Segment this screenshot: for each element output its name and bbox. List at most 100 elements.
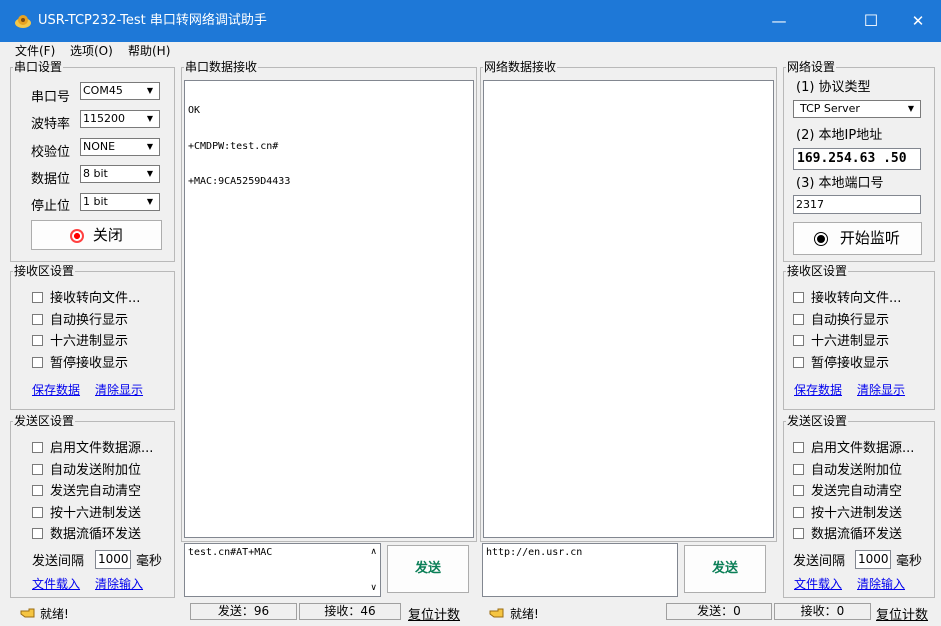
parity-select[interactable]: NONE ▼ [80,138,160,156]
serial-send-button[interactable]: 发送 [387,545,469,593]
dropdown-arrow-icon: ▼ [146,197,154,206]
serial-recv-option-1[interactable]: 接收转向文件... [32,291,140,307]
ip-input[interactable]: 169.254.63 .50 [793,148,921,170]
net-recv-option-2[interactable]: 自动换行显示 [793,313,889,329]
checkbox-icon [793,442,804,453]
net-interval-unit: 毫秒 [896,554,923,569]
serial-send-text: test.cn#AT+MAC [188,547,273,558]
serial-clear-display-link[interactable]: 清除显示 [95,383,143,397]
checkbox-icon [32,442,43,453]
dropdown-arrow-icon: ▼ [907,104,915,113]
net-reset-count-button[interactable]: 复位计数 [876,604,928,623]
databits-value: 8 bit [83,167,108,180]
serial-send-option-2[interactable]: 自动发送附加位 [32,463,141,479]
title-bar: USR-TCP232-Test 串口转网络调试助手 — ☐ ✕ [0,0,941,42]
local-port-input[interactable]: 2317 [793,195,921,214]
serial-send-option-3[interactable]: 发送完自动清空 [32,484,141,500]
checkbox-icon [793,357,804,368]
net-recv-option-1[interactable]: 接收转向文件... [793,291,901,307]
net-interval-label: 发送间隔 [793,554,846,569]
serial-receive-line: OK [188,105,201,116]
scroll-down-icon[interactable]: ∨ [370,583,377,593]
maximize-button[interactable]: ☐ [848,0,894,42]
network-send-text: http://en.usr.cn [486,547,583,558]
serial-recv-option-3[interactable]: 十六进制显示 [32,334,128,350]
serial-clear-input-link[interactable]: 清除输入 [95,577,143,591]
net-save-data-link[interactable]: 保存数据 [794,383,842,397]
serial-receive-line: +MAC:9CA5259D4433 [188,176,291,187]
net-received-count: 接收：0 [774,603,871,620]
serial-recv-option-2[interactable]: 自动换行显示 [32,313,128,329]
serial-reset-count-button[interactable]: 复位计数 [408,604,460,623]
serial-recv-option-4[interactable]: 暂停接收显示 [32,356,128,372]
close-icon: ✕ [911,12,925,30]
checkbox-icon [793,507,804,518]
serial-receive-area[interactable]: OK +CMDPW:test.cn# +MAC:9CA5259D4433 [184,80,474,538]
port-value: COM45 [83,84,123,97]
serial-load-file-link[interactable]: 文件载入 [32,577,80,591]
menu-help[interactable]: 帮助(H) [128,43,170,59]
parity-value: NONE [83,140,116,153]
net-send-option-3[interactable]: 发送完自动清空 [793,484,902,500]
databits-label: 数据位 [31,172,71,187]
protocol-select[interactable]: TCP Server ▼ [793,100,921,118]
minimize-button[interactable]: — [756,0,802,42]
checkbox-icon [32,507,43,518]
serial-close-button[interactable]: 关闭 [31,220,162,250]
dropdown-arrow-icon: ▼ [146,114,154,123]
checkbox-icon [32,485,43,496]
network-send-button[interactable]: 发送 [684,545,766,593]
minimize-icon: — [771,12,787,30]
net-send-option-5[interactable]: 数据流循环发送 [793,527,902,543]
baud-select[interactable]: 115200 ▼ [80,110,160,128]
baud-value: 115200 [83,112,125,125]
net-interval-input[interactable]: 1000 [855,550,891,569]
serial-send-option-4[interactable]: 按十六进制发送 [32,506,141,522]
menu-file[interactable]: 文件(F) [15,43,55,59]
net-clear-input-link[interactable]: 清除输入 [857,577,905,591]
start-listen-label: 开始监听 [839,229,900,247]
databits-select[interactable]: 8 bit ▼ [80,165,160,183]
serial-send-option-5[interactable]: 数据流循环发送 [32,527,141,543]
scroll-up-icon[interactable]: ∧ [370,547,377,557]
checkbox-icon [793,314,804,325]
net-send-option-1[interactable]: 启用文件数据源... [793,441,914,457]
dropdown-arrow-icon: ▼ [146,169,154,178]
serial-status-text: 就绪! [40,607,69,621]
close-button[interactable]: ✕ [895,0,941,42]
net-status-text: 就绪! [510,607,539,621]
dropdown-arrow-icon: ▼ [146,142,154,151]
serial-interval-input[interactable]: 1000 [95,550,131,569]
net-load-file-link[interactable]: 文件载入 [794,577,842,591]
serial-interval-unit: 毫秒 [136,554,163,569]
net-clear-display-link[interactable]: 清除显示 [857,383,905,397]
start-listen-button[interactable]: 开始监听 [793,222,922,255]
checkbox-icon [793,335,804,346]
serial-save-data-link[interactable]: 保存数据 [32,383,80,397]
serial-receive-line: +CMDPW:test.cn# [188,141,279,152]
stopbits-label: 停止位 [31,199,71,214]
serial-sent-count: 发送：96 [190,603,297,620]
net-send-option-2[interactable]: 自动发送附加位 [793,463,902,479]
net-send-option-4[interactable]: 按十六进制发送 [793,506,902,522]
protocol-value: TCP Server [800,102,860,115]
net-recv-option-3[interactable]: 十六进制显示 [793,334,889,350]
stopbits-select[interactable]: 1 bit ▼ [80,193,160,211]
network-receive-area[interactable] [483,80,774,538]
serial-receive-legend: 串口数据接收 [185,60,258,74]
window-title: USR-TCP232-Test 串口转网络调试助手 [38,13,267,28]
checkbox-icon [32,314,43,325]
pointing-hand-icon [489,608,504,618]
network-send-input[interactable]: http://en.usr.cn [482,543,678,597]
menu-options[interactable]: 选项(O) [70,43,113,59]
port-select[interactable]: COM45 ▼ [80,82,160,100]
checkbox-icon [32,335,43,346]
checkbox-icon [793,464,804,475]
net-recv-option-4[interactable]: 暂停接收显示 [793,356,889,372]
radio-dot-icon [815,232,828,245]
checkbox-icon [793,528,804,539]
serial-send-settings-legend: 发送区设置 [14,414,75,428]
serial-close-label: 关闭 [92,226,123,244]
serial-send-option-1[interactable]: 启用文件数据源... [32,441,153,457]
serial-send-input[interactable]: test.cn#AT+MAC ∧ ∨ [184,543,381,597]
